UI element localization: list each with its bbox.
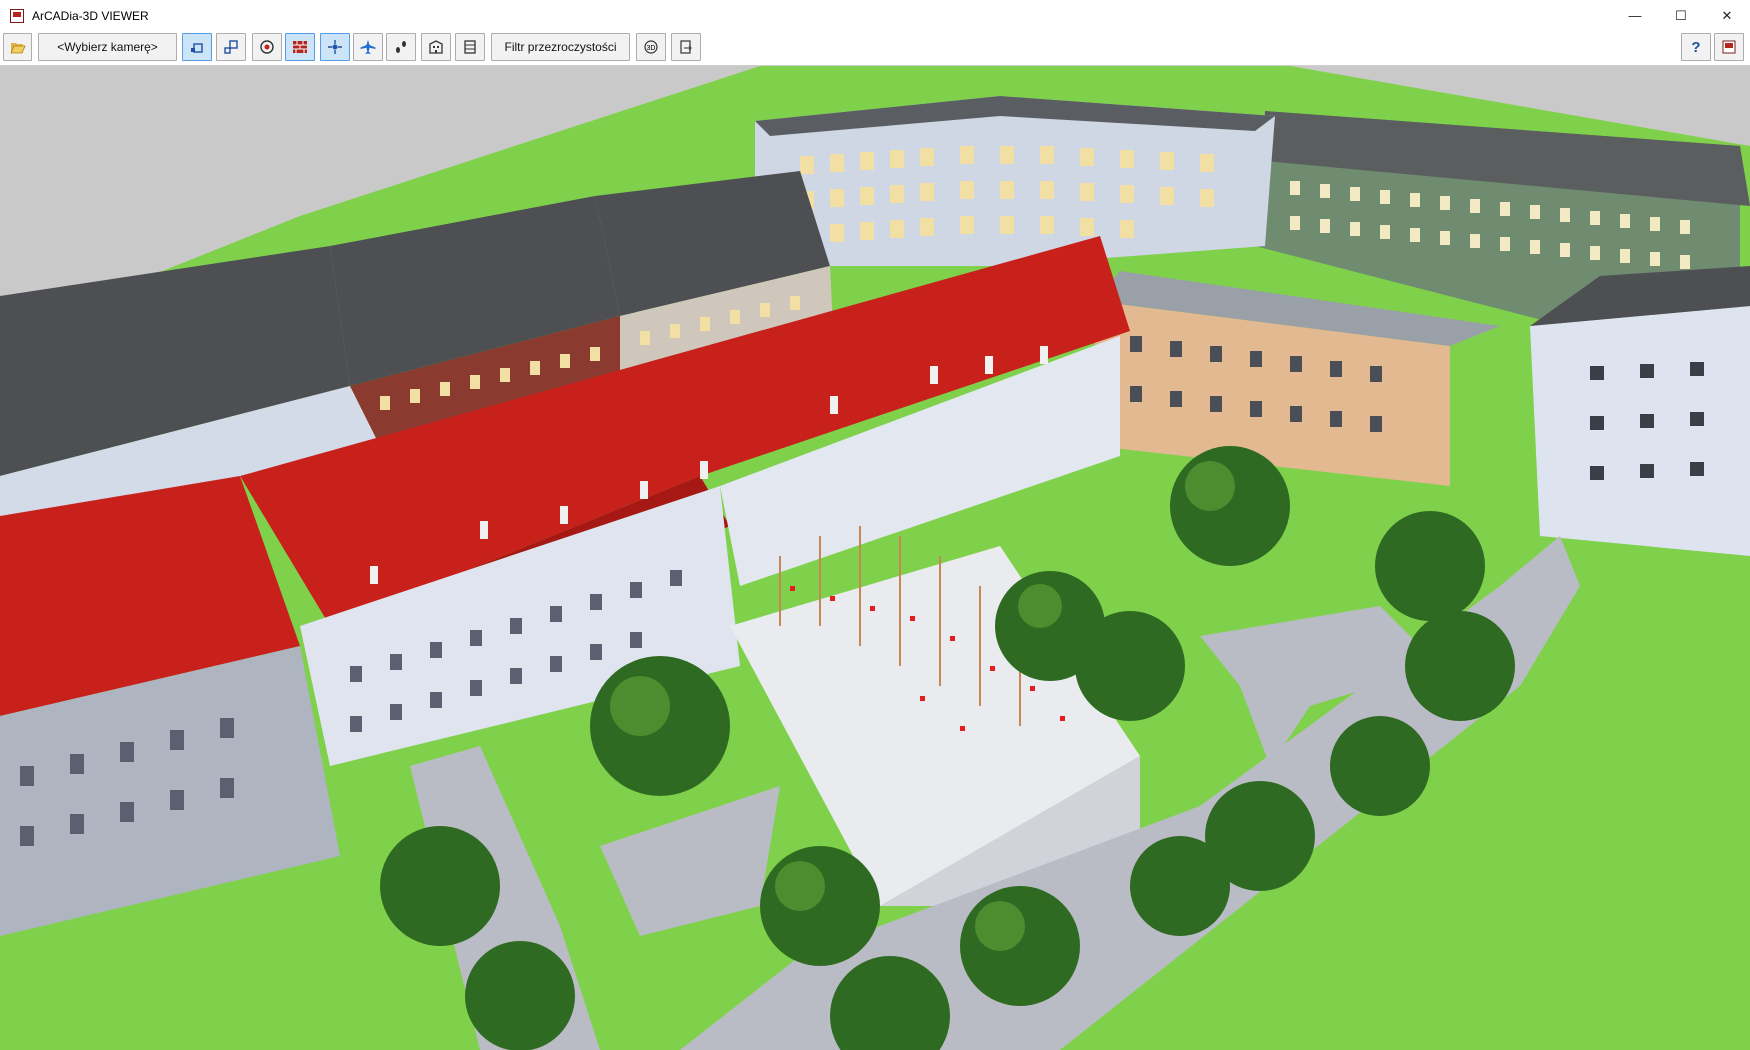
- help-button[interactable]: ?: [1681, 33, 1711, 61]
- material-icon: [260, 40, 274, 54]
- building-section-button[interactable]: [421, 33, 451, 61]
- svg-text:3D: 3D: [647, 45, 656, 52]
- maximize-button[interactable]: ☐: [1658, 0, 1704, 31]
- app-logo-icon: [10, 8, 24, 23]
- folder-open-icon: [9, 43, 26, 54]
- title-bar: ArCADia-3D VIEWER — ☐ ✕: [0, 0, 1750, 32]
- fly-icon: [360, 40, 376, 54]
- 3d-viewport[interactable]: [0, 66, 1750, 1050]
- wall-brick-icon: [293, 41, 307, 53]
- rotate-3d-button[interactable]: 3D: [636, 33, 666, 61]
- building-floors-icon: [464, 40, 476, 54]
- app-menu-icon: [1722, 40, 1736, 54]
- window-title: ArCADia-3D VIEWER: [32, 8, 149, 23]
- building-floors-button[interactable]: [455, 33, 485, 61]
- transparency-filter-button[interactable]: Filtr przezroczystości: [491, 33, 630, 61]
- grey-apartment-building: [755, 96, 1275, 266]
- walk-icon: [396, 41, 406, 53]
- 3d-scene[interactable]: [0, 66, 1750, 1050]
- minimize-button[interactable]: —: [1612, 0, 1658, 31]
- orbit-icon: [328, 40, 342, 54]
- close-button[interactable]: ✕: [1704, 0, 1750, 31]
- view-mode-2-button[interactable]: [216, 33, 246, 61]
- view-mode-2-icon: [224, 40, 238, 54]
- export-3d-button[interactable]: [671, 33, 701, 61]
- walk-button[interactable]: [386, 33, 416, 61]
- window-controls: — ☐ ✕: [1612, 0, 1750, 31]
- view-mode-1-icon: [191, 43, 203, 53]
- view-mode-1-button[interactable]: [182, 33, 212, 61]
- open-file-button[interactable]: [3, 33, 32, 61]
- white-apartment-building-right: [1530, 266, 1750, 556]
- export-3d-icon: [680, 40, 692, 54]
- rotate-3d-icon: 3D: [644, 40, 658, 54]
- building-section-icon: [429, 40, 443, 54]
- fly-button[interactable]: [353, 33, 383, 61]
- toolbar: <Wybierz kamerę> Filtr przezroczystości …: [0, 31, 1750, 66]
- app-menu-button[interactable]: [1714, 33, 1744, 61]
- camera-select-button[interactable]: <Wybierz kamerę>: [38, 33, 177, 61]
- orbit-button[interactable]: [320, 33, 350, 61]
- material-button[interactable]: [252, 33, 282, 61]
- wall-brick-button[interactable]: [285, 33, 315, 61]
